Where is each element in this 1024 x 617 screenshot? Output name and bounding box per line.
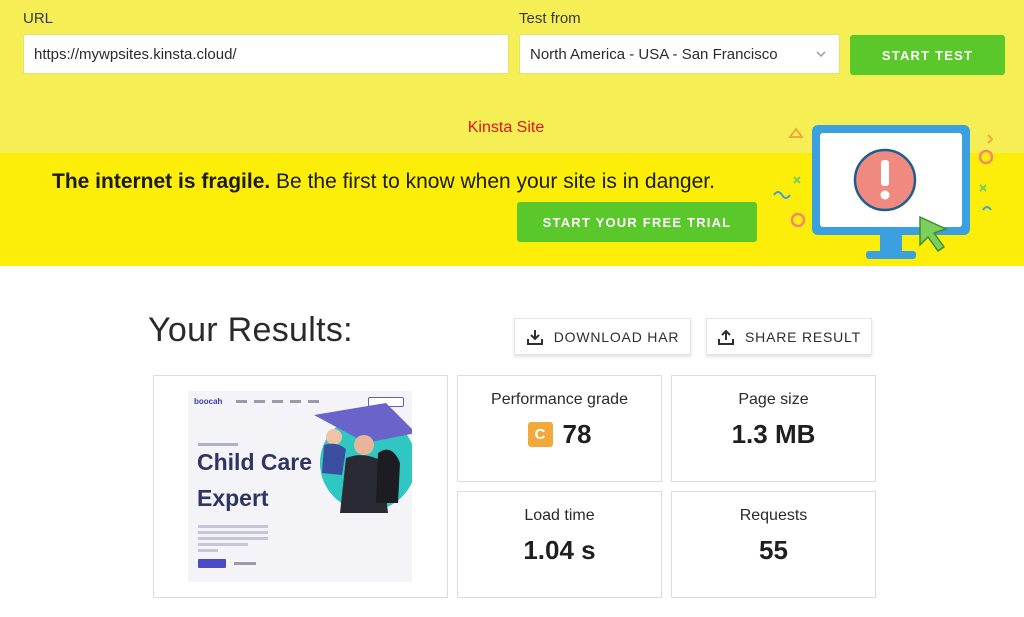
banner-headline-rest: Be the first to know when your site is i… [270, 170, 715, 193]
start-test-button[interactable]: START TEST [850, 35, 1005, 75]
metric-label: Requests [739, 507, 808, 524]
metric-page-size: Page size 1.3 MB [671, 375, 876, 482]
test-location-value: North America - USA - San Francisco [530, 45, 778, 63]
site-screenshot-card: boocah Child Care Expert [153, 375, 448, 598]
metric-requests: Requests 55 [671, 491, 876, 598]
thumb-headline-line2: Expert [197, 485, 269, 511]
thumb-contact-button [198, 559, 226, 568]
metric-label: Performance grade [491, 391, 628, 408]
metric-value: 1.04 s [523, 535, 596, 565]
download-har-button[interactable]: DOWNLOAD HAR [514, 318, 691, 355]
chevron-down-icon [816, 51, 826, 58]
banner-headline-bold: The internet is fragile. [52, 170, 271, 193]
thumb-learn-more-link [234, 562, 256, 565]
thumb-hero-image [314, 403, 412, 513]
metric-label: Load time [524, 507, 595, 524]
test-from-label: Test from [519, 10, 581, 27]
metric-value: 1.3 MB [731, 419, 816, 449]
thumb-headline-line1: Child Care [197, 449, 313, 475]
banner-headline: The internet is fragile. Be the first to… [52, 170, 715, 194]
metric-label: Page size [738, 391, 809, 408]
share-icon [718, 329, 735, 345]
results-title: Your Results: [148, 311, 353, 349]
thumb-paragraph-line [198, 549, 218, 552]
thumb-logo: boocah [194, 397, 223, 406]
share-result-button[interactable]: SHARE RESULT [706, 318, 872, 355]
url-label: URL [23, 10, 54, 27]
promo-banner: The internet is fragile. Be the first to… [0, 125, 1024, 266]
free-trial-button[interactable]: START YOUR FREE TRIAL [517, 202, 757, 242]
monitor-alert-illustration [773, 125, 994, 259]
url-input[interactable]: https://mywpsites.kinsta.cloud/ [23, 34, 509, 74]
share-result-label: SHARE RESULT [745, 328, 861, 345]
grade-badge: C [527, 422, 553, 447]
thumb-paragraph-line [198, 537, 268, 540]
thumb-kicker [198, 443, 238, 446]
test-location-select[interactable]: North America - USA - San Francisco [519, 34, 840, 74]
site-screenshot: boocah Child Care Expert [188, 391, 412, 582]
download-har-label: DOWNLOAD HAR [553, 328, 680, 345]
grade-score: 78 [562, 419, 592, 449]
metric-performance-grade: Performance grade C 78 [457, 375, 662, 482]
metric-load-time: Load time 1.04 s [457, 491, 662, 598]
thumb-paragraph-line [198, 543, 248, 546]
metric-value: 55 [759, 535, 788, 565]
thumb-paragraph-line [198, 525, 268, 528]
thumb-paragraph-line [198, 531, 268, 534]
metric-value: C 78 [527, 419, 592, 450]
download-icon [526, 329, 543, 345]
